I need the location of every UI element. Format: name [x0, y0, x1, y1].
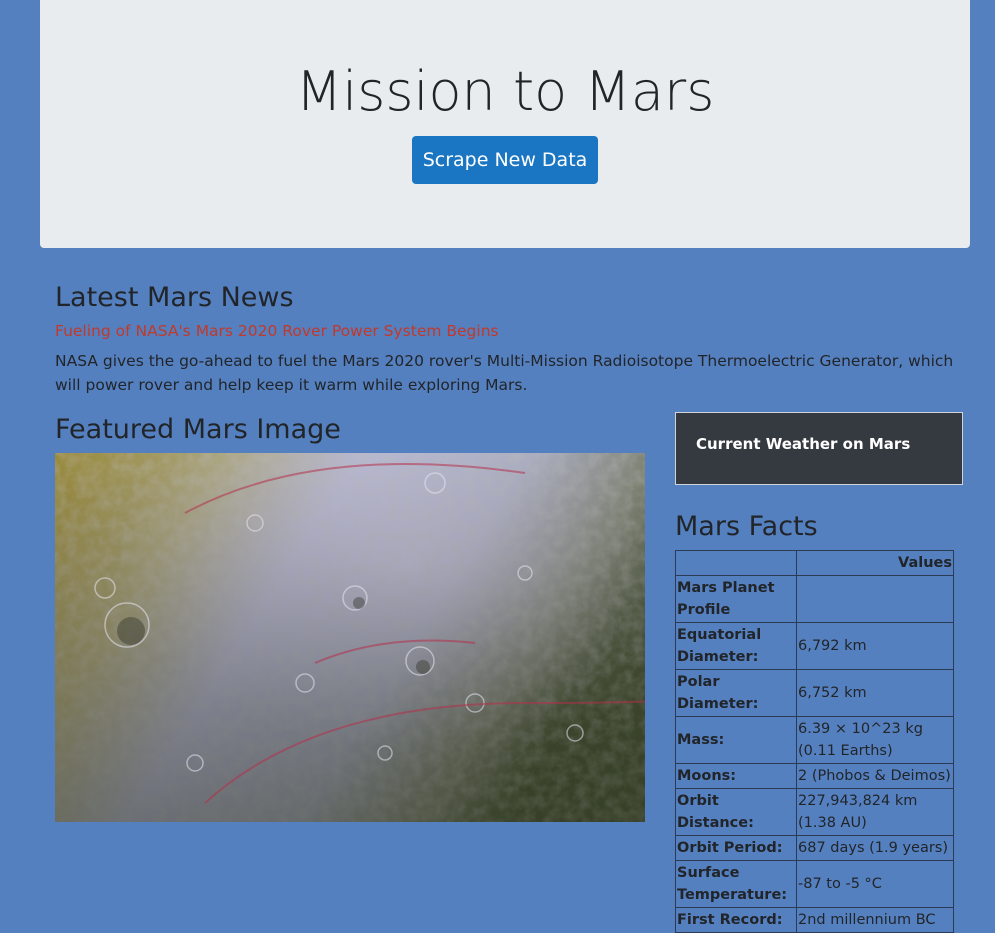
row-label: Mass:: [675, 716, 797, 764]
table-row: Orbit Period: 687 days (1.9 years): [675, 835, 954, 861]
row-value: 2nd millennium BC: [796, 907, 954, 933]
table-row: Surface Temperature: -87 to -5 °C: [675, 860, 954, 908]
table-row: Orbit Distance: 227,943,824 km (1.38 AU): [675, 788, 954, 836]
news-heading: Latest Mars News: [55, 282, 294, 313]
table-header-values: Values: [796, 550, 954, 576]
row-value: 6.39 × 10^23 kg (0.11 Earths): [796, 716, 954, 764]
row-value: 6,752 km: [796, 669, 954, 717]
featured-mars-image: [55, 453, 645, 822]
mars-facts-table: Values Mars Planet Profile Equatorial Di…: [675, 550, 954, 933]
row-label: Mars Planet Profile: [675, 575, 797, 623]
row-value: -87 to -5 °C: [796, 860, 954, 908]
table-row: Moons: 2 (Phobos & Deimos): [675, 763, 954, 789]
scrape-new-data-button[interactable]: Scrape New Data: [412, 136, 598, 184]
table-header-row: Values: [675, 550, 954, 576]
table-row: Polar Diameter: 6,752 km: [675, 669, 954, 717]
row-label: Equatorial Diameter:: [675, 622, 797, 670]
featured-image-heading: Featured Mars Image: [55, 414, 341, 445]
weather-card: Current Weather on Mars: [675, 412, 963, 485]
row-label: Orbit Distance:: [675, 788, 797, 836]
row-label: Orbit Period:: [675, 835, 797, 861]
row-value: 687 days (1.9 years): [796, 835, 954, 861]
news-paragraph: NASA gives the go-ahead to fuel the Mars…: [55, 352, 954, 394]
row-label: Moons:: [675, 763, 797, 789]
row-label: Polar Diameter:: [675, 669, 797, 717]
facts-heading: Mars Facts: [675, 511, 818, 542]
table-row: Equatorial Diameter: 6,792 km: [675, 622, 954, 670]
row-label: Surface Temperature:: [675, 860, 797, 908]
table-row: Mass: 6.39 × 10^23 kg (0.11 Earths): [675, 716, 954, 764]
table-header-empty: [675, 550, 797, 576]
row-value: [796, 575, 954, 623]
page-title: Mission to Mars: [295, 60, 715, 123]
news-title-link[interactable]: Fueling of NASA's Mars 2020 Rover Power …: [55, 322, 499, 340]
jumbotron-header: Mission to Mars Scrape New Data: [40, 0, 970, 248]
table-row: Mars Planet Profile: [675, 575, 954, 623]
row-value: 227,943,824 km (1.38 AU): [796, 788, 954, 836]
table-row: First Record: 2nd millennium BC: [675, 907, 954, 933]
weather-heading: Current Weather on Mars: [696, 435, 911, 453]
row-label: First Record:: [675, 907, 797, 933]
row-value: 6,792 km: [796, 622, 954, 670]
row-value: 2 (Phobos & Deimos): [796, 763, 954, 789]
